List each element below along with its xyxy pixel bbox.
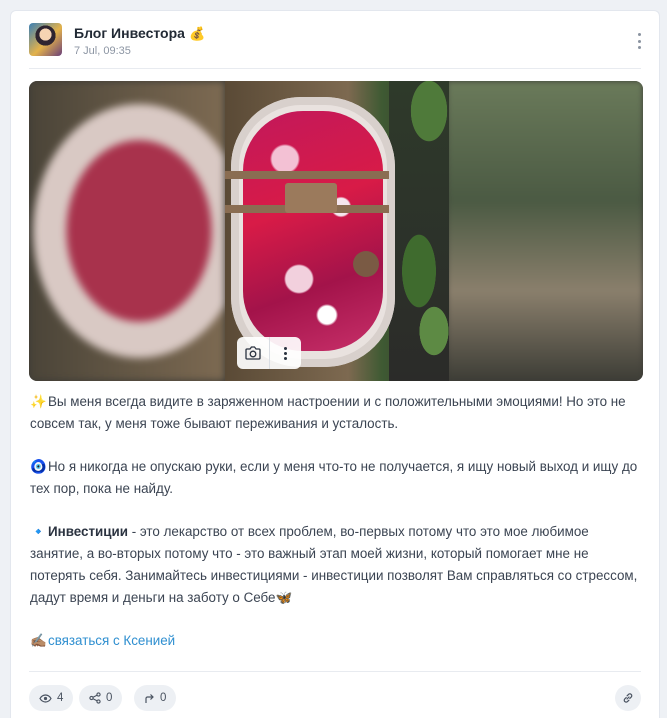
paragraph-3: 🔹Инвестиции - это лекарство от всех проб…	[30, 521, 642, 609]
photo-blur-backdrop-left	[29, 81, 225, 381]
post-photo[interactable]	[29, 81, 643, 381]
post-card: Блог Инвестора 💰 7 Jul, 09:35 ✨Вы меня в…	[10, 10, 660, 718]
link-icon	[623, 693, 633, 703]
nazar-amulet-icon: 🧿	[30, 459, 47, 474]
money-bag-icon: 💰	[188, 26, 206, 41]
paragraph-2: 🧿Но я никогда не опускаю руки, если у ме…	[30, 456, 642, 500]
photo-controls	[237, 337, 301, 369]
contact-link[interactable]: связаться с Ксенией	[48, 633, 175, 648]
channel-name[interactable]: Блог Инвестора 💰	[74, 25, 205, 42]
plant-leaves	[389, 81, 449, 381]
shares-count: 0	[106, 692, 113, 704]
copy-link-button[interactable]	[615, 685, 641, 711]
writing-hand-icon: ✍🏽	[30, 633, 47, 648]
channel-name-text: Блог Инвестора	[74, 25, 185, 41]
forward-icon	[145, 693, 154, 703]
blue-diamond-icon: 🔹	[30, 524, 47, 539]
views-counter[interactable]: 4	[29, 685, 74, 711]
more-vertical-icon	[637, 33, 641, 36]
more-vertical-icon	[284, 346, 287, 360]
channel-avatar[interactable]	[29, 23, 62, 56]
eye-icon	[39, 693, 52, 703]
tray-plate	[285, 183, 337, 213]
post-header: Блог Инвестора 💰 7 Jul, 09:35	[29, 23, 645, 69]
camera-icon	[245, 346, 261, 360]
post-timestamp: 7 Jul, 09:35	[74, 45, 131, 57]
post-text: ✨Вы меня всегда видите в заряженном наст…	[30, 391, 642, 673]
post-menu-button[interactable]	[633, 31, 645, 51]
header-divider	[29, 68, 641, 69]
camera-button[interactable]	[237, 337, 269, 369]
butterfly-icon: 🦋	[275, 590, 293, 605]
flower-petals	[243, 111, 383, 351]
forwards-count: 0	[160, 692, 167, 704]
contact-line: ✍🏽связаться с Ксенией	[30, 630, 642, 652]
sparkles-icon: ✨	[30, 394, 47, 409]
paragraph-1: ✨Вы меня всегда видите в заряженном наст…	[30, 391, 642, 435]
shares-counter[interactable]: 0	[79, 685, 123, 711]
photo-more-button[interactable]	[269, 337, 301, 369]
photo-blur-backdrop-right	[447, 81, 643, 381]
forwards-counter[interactable]: 0	[134, 685, 177, 711]
views-count: 4	[57, 692, 64, 704]
footer-divider	[29, 671, 641, 672]
person	[353, 251, 379, 277]
share-icon	[89, 692, 101, 704]
post-footer: 4 0 0	[29, 685, 641, 711]
bathtub-photo	[225, 81, 449, 381]
